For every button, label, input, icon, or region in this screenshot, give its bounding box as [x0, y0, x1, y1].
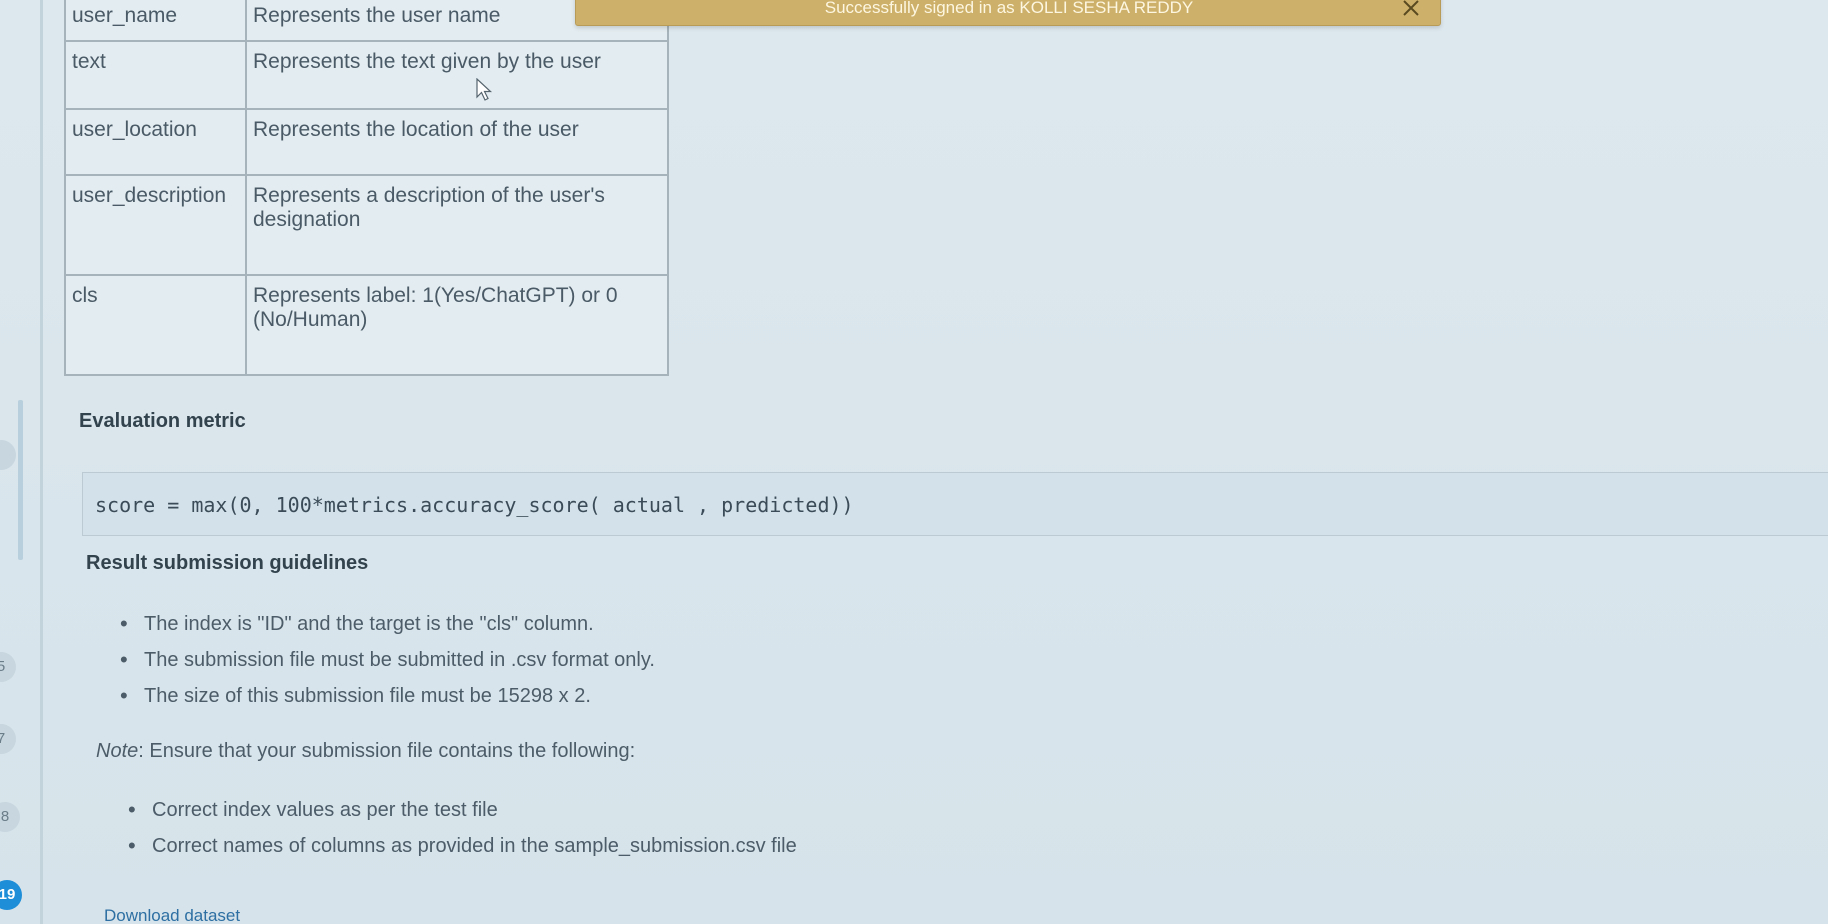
evaluation-code-block: score = max(0, 100*metrics.accuracy_scor…	[82, 472, 1828, 536]
download-dataset-link[interactable]: Download dataset	[104, 906, 240, 924]
table-row: user_description Represents a descriptio…	[64, 174, 669, 276]
toast-message: Successfully signed in as KOLLI SESHA RE…	[824, 0, 1194, 17]
table-row: cls Represents label: 1(Yes/ChatGPT) or …	[64, 274, 669, 376]
attribute-description-cell: Represents a description of the user's d…	[245, 174, 669, 276]
note-checklist: Correct index values as per the test fil…	[124, 792, 797, 864]
attributes-table: user_name Represents the user name text …	[64, 0, 669, 376]
step-marker-active[interactable]: 19	[0, 880, 22, 910]
progress-rail: 5 7 8 19	[0, 0, 46, 924]
attribute-description-cell: Represents the location of the user	[245, 108, 669, 176]
attribute-name-cell: user_description	[64, 174, 247, 276]
table-row: text Represents the text given by the us…	[64, 40, 669, 110]
list-item: The size of this submission file must be…	[116, 678, 655, 714]
evaluation-metric-heading: Evaluation metric	[79, 410, 246, 432]
rail-active-segment	[18, 400, 23, 560]
step-marker[interactable]: 7	[0, 724, 16, 754]
list-item: The index is "ID" and the target is the …	[116, 606, 655, 642]
list-item: The submission file must be submitted in…	[116, 642, 655, 678]
submission-guidelines-heading: Result submission guidelines	[86, 552, 369, 574]
step-marker[interactable]: 5	[0, 652, 16, 682]
note-label: Note	[96, 740, 139, 762]
attribute-name-cell: text	[64, 40, 247, 110]
attribute-description-cell: Represents label: 1(Yes/ChatGPT) or 0 (N…	[245, 274, 669, 376]
rail-line	[40, 0, 43, 924]
attribute-name-cell: cls	[64, 274, 247, 376]
close-icon[interactable]	[1400, 0, 1422, 19]
submission-guidelines-list: The index is "ID" and the target is the …	[116, 606, 655, 714]
note-body: : Ensure that your submission file conta…	[138, 740, 636, 762]
step-marker[interactable]: 8	[0, 802, 20, 832]
list-item: Correct names of columns as provided in …	[124, 828, 797, 864]
note-text: Note: Ensure that your submission file c…	[96, 740, 635, 763]
attribute-description-cell: Represents the text given by the user	[245, 40, 669, 110]
list-item: Correct index values as per the test fil…	[124, 792, 797, 828]
mouse-cursor-icon	[476, 78, 493, 101]
table-row: user_location Represents the location of…	[64, 108, 669, 176]
attribute-name-cell: user_location	[64, 108, 247, 176]
signin-toast: Successfully signed in as KOLLI SESHA RE…	[575, 0, 1441, 26]
attribute-name-cell: user_name	[64, 0, 247, 42]
page: 5 7 8 19 user_name Represents the user n…	[0, 0, 1828, 924]
step-marker[interactable]	[0, 440, 16, 470]
